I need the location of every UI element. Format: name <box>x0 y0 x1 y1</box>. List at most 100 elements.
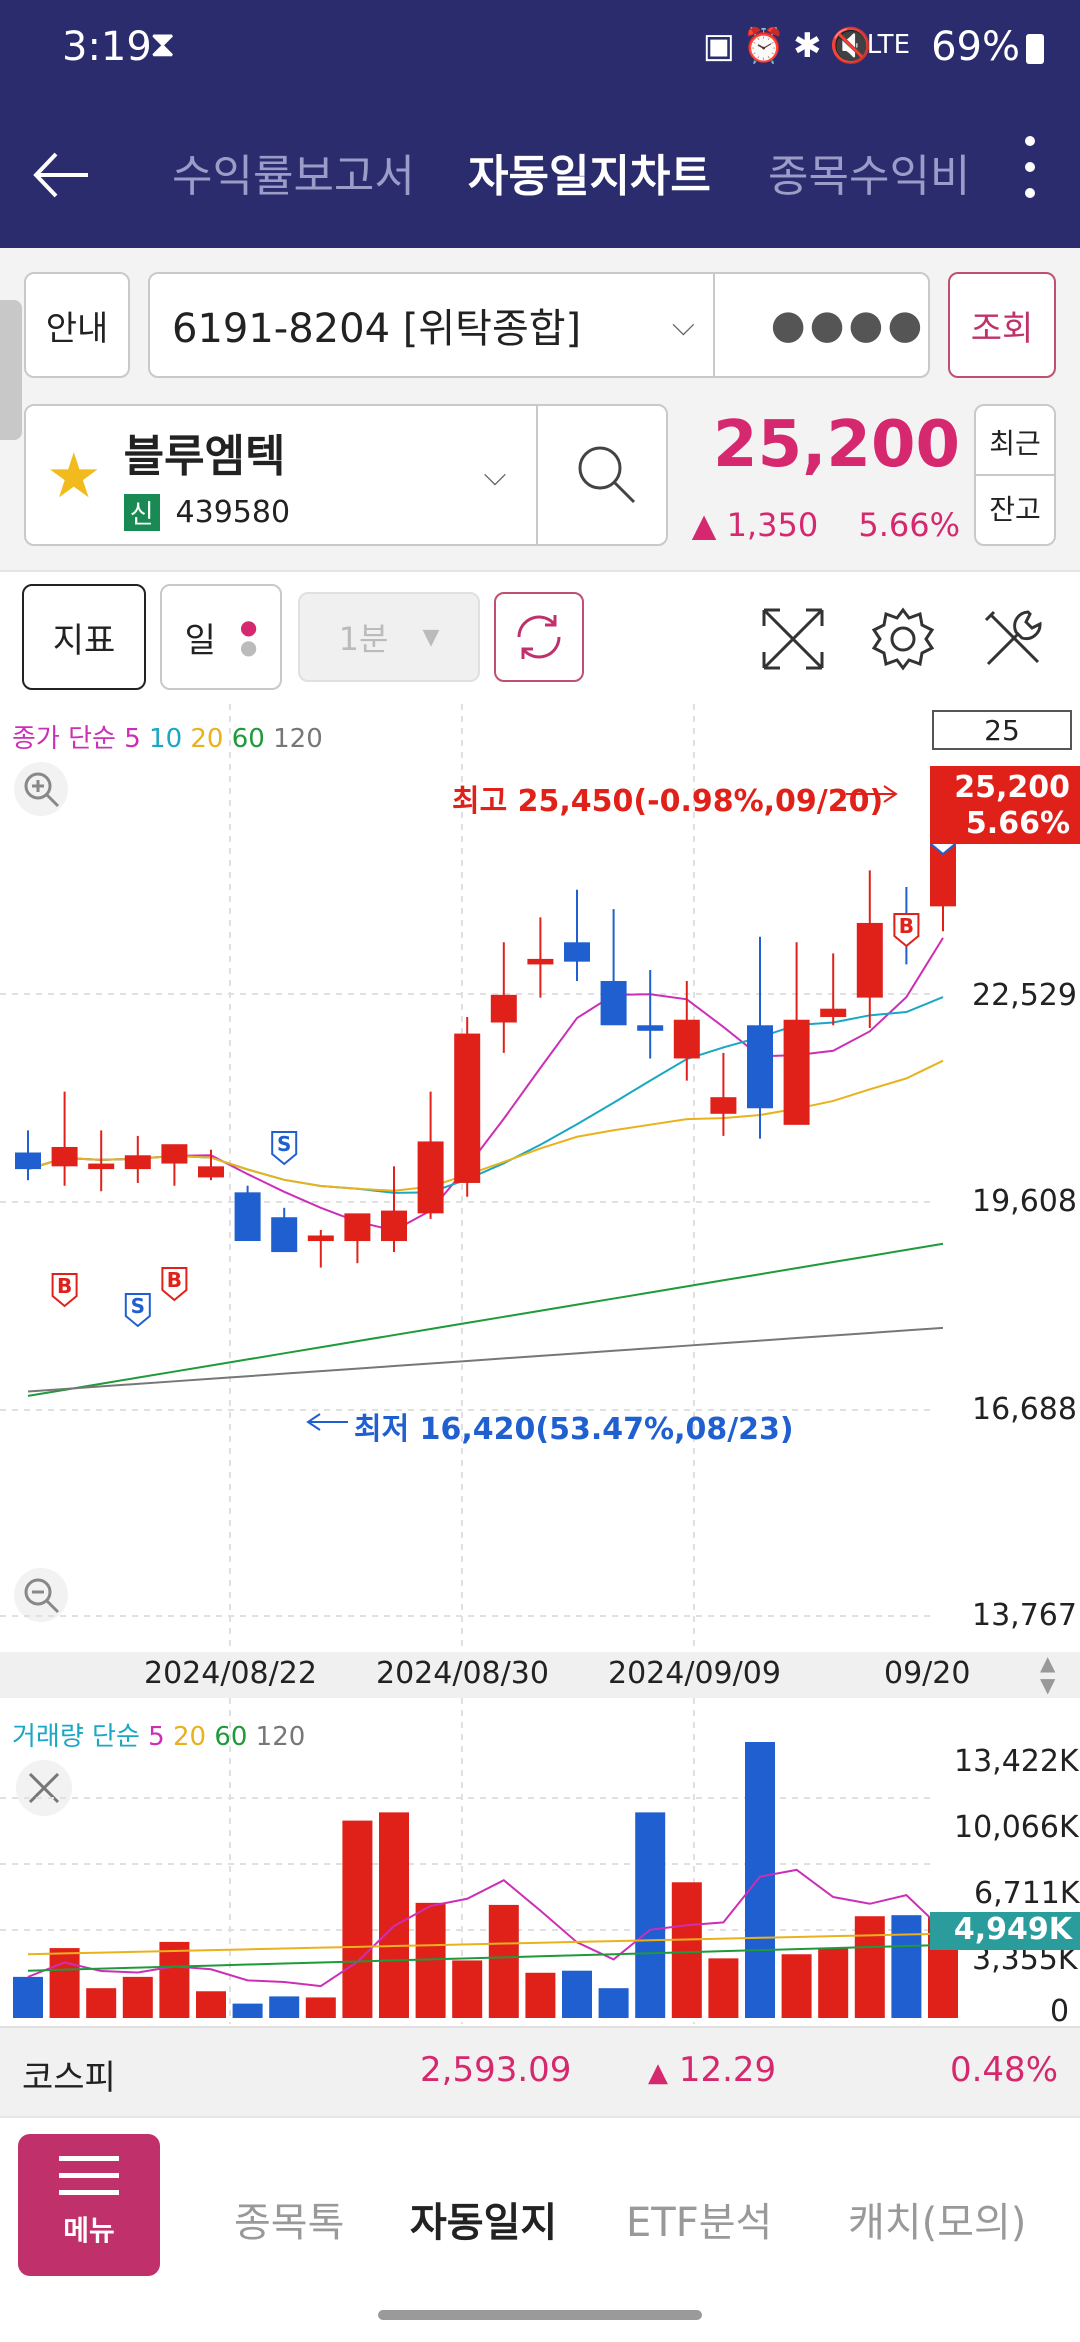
nav-etf-analysis[interactable]: ETF분석 <box>626 2190 772 2248</box>
more-dots-icon: ● ● <box>239 615 258 659</box>
more-menu-icon[interactable] <box>1025 136 1035 198</box>
status-bar: 3:19 ⧗ ▣⏰✱🔇 LTE 69% <box>0 0 1080 100</box>
tools-icon[interactable] <box>978 604 1048 674</box>
stock-selector[interactable]: ★ 블루엠텍 신 439580 ⌵ <box>24 404 668 546</box>
high-annotation: 최고 25,450(-0.98%,09/20) <box>452 784 884 819</box>
info-button[interactable]: 안내 <box>24 272 130 378</box>
candle-body <box>344 1213 371 1242</box>
candle-body <box>637 1025 664 1031</box>
battery-icon <box>1026 34 1044 64</box>
x-tick: 09/20 <box>884 1656 971 1691</box>
candle-body <box>124 1155 151 1170</box>
app-header: 수익률보고서 자동일지차트 종목수익비 <box>0 100 1080 248</box>
volume-bar <box>86 1988 117 2018</box>
tab-return-report[interactable]: 수익률보고서 <box>172 140 415 204</box>
candle-body <box>564 942 590 962</box>
low-annotation: 최저 16,420(53.47%,08/23) <box>354 1412 794 1447</box>
buy-marker: B <box>893 913 920 948</box>
candle-body <box>161 1144 188 1164</box>
tab-stock-return[interactable]: 종목수익비 <box>768 151 970 202</box>
volume-bar <box>745 1742 775 2018</box>
resize-handle-icon[interactable]: ▲ ▼ <box>1040 1652 1055 1696</box>
candle-body <box>673 1019 700 1059</box>
index-pct: 0.48% <box>949 2050 1058 2090</box>
up-triangle-icon: ▲ <box>691 506 717 544</box>
stock-name: 블루엠텍 <box>123 430 286 482</box>
volume-bar <box>196 1991 226 2018</box>
balance-label[interactable]: 잔고 <box>989 488 1041 528</box>
y-tick: 13,767 <box>972 1598 1077 1633</box>
network-type: LTE <box>866 30 910 60</box>
favorite-star-icon[interactable]: ★ <box>46 439 102 512</box>
up-triangle-icon: ▲ <box>648 2058 668 2088</box>
nav-catch-mock[interactable]: 캐치(모의) <box>848 2190 1026 2248</box>
account-selector[interactable]: 6191-8204 [위탁종합] ⌵ ●●●● <box>148 272 930 378</box>
settings-gear-icon[interactable] <box>868 604 938 674</box>
query-button[interactable]: 조회 <box>948 272 1056 378</box>
volume-bar <box>488 1904 519 2018</box>
candle-body <box>527 958 554 965</box>
y-tick: 16,688 <box>972 1392 1077 1427</box>
stock-code: 439580 <box>175 494 291 530</box>
index-name: 코스피 <box>22 2058 116 2098</box>
y-tick: 22,529 <box>972 978 1077 1013</box>
candle-body <box>417 1141 444 1214</box>
chevron-down-icon: ⌵ <box>483 457 507 493</box>
marker-letter: B <box>57 1274 72 1298</box>
volume-bar <box>452 1960 483 2018</box>
volume-bar <box>635 1812 666 2018</box>
nav-auto-journal[interactable]: 자동일지 <box>410 2190 557 2248</box>
volume-bar <box>122 1976 153 2018</box>
volume-chart[interactable] <box>0 1698 1080 2024</box>
recent-label[interactable]: 최근 <box>989 422 1041 462</box>
volume-bar <box>232 2003 263 2018</box>
minute-selector[interactable]: 1분 ▼ <box>298 592 480 682</box>
tab-auto-journal-chart[interactable]: 자동일지차트 <box>468 140 711 204</box>
current-price-tag: 25,200 5.66% <box>930 766 1080 844</box>
index-value: 2,593.09 <box>420 2050 572 2090</box>
volume-bar <box>305 1997 336 2018</box>
back-arrow-icon[interactable] <box>26 140 96 210</box>
volume-bar <box>159 1941 190 2018</box>
candle-body <box>454 1033 481 1183</box>
refresh-button[interactable] <box>494 592 584 682</box>
candle-body <box>51 1146 78 1167</box>
volume-bar <box>379 1812 409 2018</box>
index-bar[interactable]: 코스피 2,593.09 ▲ 12.29 0.48% <box>0 2026 1080 2118</box>
indicator-button[interactable]: 지표 <box>22 584 146 690</box>
nav-stock-talk[interactable]: 종목톡 <box>234 2190 344 2248</box>
recent-balance-toggle[interactable]: 최근 잔고 <box>974 404 1056 546</box>
refresh-icon <box>517 615 561 659</box>
vol-y-tick: 6,711K <box>974 1876 1080 1911</box>
fullscreen-icon[interactable] <box>758 604 828 674</box>
menu-button[interactable]: 메뉴 <box>18 2134 160 2276</box>
current-volume-tag: 4,949K <box>930 1912 1080 1950</box>
candle-body <box>490 994 517 1023</box>
low-arrow <box>306 1413 348 1431</box>
price-change: ▲ 1,350 5.66% <box>691 506 960 544</box>
vol-y-tick: 10,066K <box>954 1810 1079 1845</box>
buy-marker: B <box>51 1273 78 1308</box>
dropdown-arrow-icon: ▼ <box>422 624 440 650</box>
volume-bar <box>854 1916 885 2018</box>
candle-body <box>600 981 627 1026</box>
price-chart[interactable]: BSBSBS <box>0 704 1080 1652</box>
hamburger-icon <box>59 2156 119 2195</box>
marker-letter: S <box>131 1294 145 1318</box>
account-number: 6191-8204 [위탁종합] <box>172 306 582 352</box>
volume-bar <box>598 1988 629 2018</box>
volume-bar <box>891 1915 922 2018</box>
candle-body <box>307 1235 334 1242</box>
candle-body <box>820 1008 847 1017</box>
candle-body <box>747 1025 773 1109</box>
candle-body <box>271 1217 298 1253</box>
candle-body <box>15 1152 41 1170</box>
sell-marker: S <box>271 1131 298 1166</box>
volume-bar <box>708 1958 739 2018</box>
password-field[interactable]: ●●●● <box>771 302 927 348</box>
side-handle[interactable] <box>0 300 22 440</box>
battery-level: 69% <box>931 24 1020 70</box>
period-selector[interactable]: 일 ● ● <box>160 584 282 690</box>
home-gesture-bar[interactable] <box>378 2310 702 2320</box>
search-icon[interactable] <box>572 440 642 510</box>
